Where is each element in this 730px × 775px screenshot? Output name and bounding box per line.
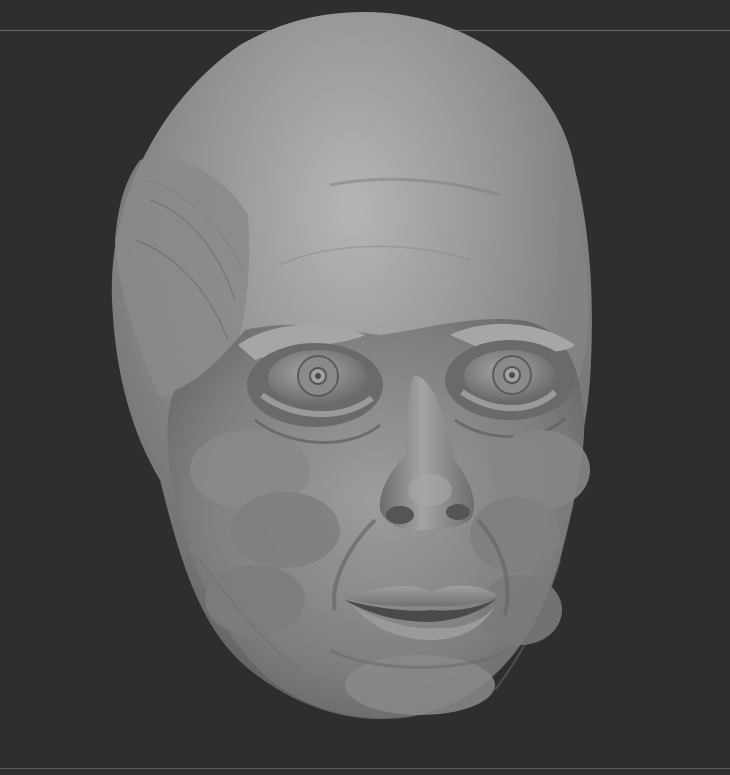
bottom-divider-line — [0, 768, 730, 769]
cheek-muscle-right-lower — [478, 575, 562, 645]
canvas-viewport[interactable] — [0, 0, 730, 775]
cheek-muscle-left-lower — [205, 565, 305, 635]
cheek-muscle-left-mid — [230, 492, 340, 568]
chin — [345, 655, 495, 715]
sculpted-head-model[interactable] — [0, 0, 730, 775]
cheek-muscle-right-mid — [470, 497, 560, 573]
